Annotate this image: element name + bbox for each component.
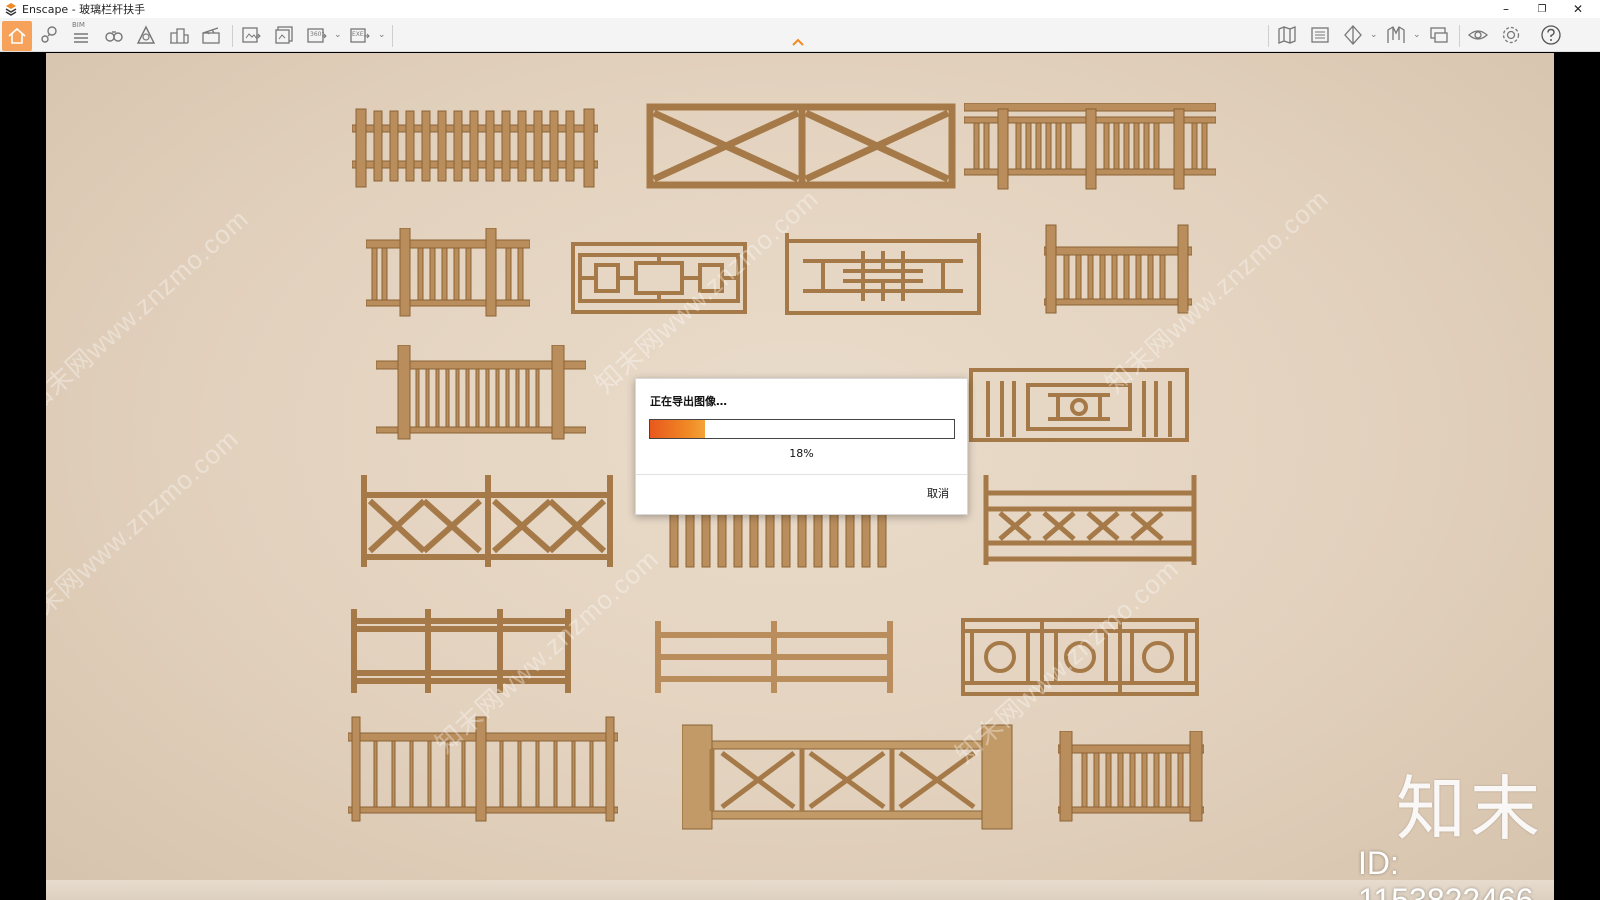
views-button[interactable] [166, 23, 192, 47]
toolbar-separator [1459, 25, 1460, 47]
wood-railing-compact-baluster [1058, 731, 1204, 823]
settings-button[interactable] [1498, 23, 1524, 47]
location-pin-icon [41, 26, 57, 43]
collapse-toolbar-chevron-icon[interactable] [790, 36, 806, 48]
watermark-text: 知末网www.znzmo.com [46, 423, 245, 640]
map-dropdown-chevron-icon[interactable]: ⌄ [1413, 30, 1421, 40]
home-icon [8, 27, 26, 44]
batch-render-button[interactable] [271, 23, 297, 47]
home-button[interactable] [2, 21, 32, 51]
binoculars-icon [105, 31, 123, 42]
export-dropdown-chevron-icon[interactable]: ⌄ [378, 30, 386, 40]
wood-railing-fretwork [783, 231, 983, 317]
visual-settings-button[interactable] [1465, 23, 1491, 47]
batch-render-icon [275, 26, 293, 44]
title-bar: Enscape - 玻璃栏杆扶手 – ❐ ✕ [0, 0, 1600, 18]
walk-mode-button[interactable] [101, 23, 127, 47]
clapperboard-icon [202, 27, 220, 44]
enscape-logo-icon [5, 3, 17, 16]
help-button[interactable] [1538, 23, 1564, 47]
wood-railing-thin-spindle [376, 345, 586, 441]
fog-mode-button[interactable] [133, 23, 159, 47]
dialog-divider [636, 474, 967, 475]
wood-railing-x-pattern [360, 473, 616, 569]
asset-library-button[interactable] [1274, 23, 1300, 47]
feedback-button[interactable] [1426, 23, 1452, 47]
wood-railing-short-baluster [366, 228, 530, 318]
restore-button[interactable]: ❐ [1524, 0, 1560, 18]
eye-icon [1468, 30, 1488, 40]
wood-railing-post-baluster [1044, 223, 1192, 315]
panorama-dropdown-chevron-icon[interactable]: ⌄ [334, 30, 342, 40]
wood-railing-box-x [980, 473, 1202, 567]
floor [46, 880, 1554, 900]
view-management-icon [1311, 27, 1329, 43]
cube-view-button[interactable] [1340, 23, 1366, 47]
settings-icon [1502, 26, 1520, 44]
chat-icon [1430, 27, 1448, 43]
video-editor-button[interactable] [198, 23, 224, 47]
asset-id-label: ID: 1153822466 [1358, 845, 1534, 900]
main-toolbar: BIM 360° ⌄ EXE ⌄ ⌄ ⌄ [0, 18, 1600, 52]
panorama-button[interactable]: 360° [304, 23, 330, 47]
export-exe-button[interactable]: EXE [347, 23, 373, 47]
progress-fill [650, 420, 705, 438]
bim-label: BIM [72, 21, 85, 29]
minimize-button[interactable]: – [1488, 0, 1524, 18]
cancel-button[interactable]: 取消 [927, 485, 949, 501]
watermark-text: 知末网www.znzmo.com [46, 203, 255, 420]
progress-percent-label: 18% [789, 447, 814, 460]
map-icon [1387, 26, 1405, 43]
wood-railing-baluster [964, 103, 1216, 191]
toolbar-separator [392, 25, 393, 47]
bim-button[interactable]: BIM [68, 21, 94, 47]
buildings-icon [170, 28, 189, 44]
toolbar-separator [1268, 25, 1269, 47]
panorama-label: 360° [310, 31, 325, 38]
export-progress-dialog: 正在导出图像… 18% 取消 [635, 378, 968, 515]
exe-label: EXE [352, 31, 364, 38]
wood-railing-bamboo [654, 619, 896, 695]
dialog-title: 正在导出图像… [650, 395, 727, 408]
toolbar-separator [232, 25, 233, 47]
view-management-button[interactable] [1307, 23, 1333, 47]
asset-library-icon [1278, 26, 1296, 44]
help-icon [1541, 25, 1561, 45]
brand-watermark: 知末 [1396, 768, 1544, 850]
map-button[interactable] [1383, 23, 1409, 47]
window-title: Enscape - 玻璃栏杆扶手 [22, 3, 146, 16]
screenshot-icon [242, 27, 261, 43]
export-progress-bar [649, 419, 955, 439]
close-button[interactable]: ✕ [1560, 0, 1596, 18]
fog-mode-icon [136, 25, 156, 44]
wood-railing-carved-panel [968, 367, 1190, 443]
screenshot-button[interactable] [238, 23, 264, 47]
location-button[interactable] [36, 23, 62, 47]
cube-dropdown-chevron-icon[interactable]: ⌄ [1370, 30, 1378, 40]
wood-railing-picket [352, 105, 598, 189]
wood-railing-cross-brace [646, 103, 956, 189]
cube-view-icon [1344, 25, 1362, 45]
enscape-window: Enscape - 玻璃栏杆扶手 – ❐ ✕ BIM 360° ⌄ EXE ⌄ … [0, 0, 1600, 900]
